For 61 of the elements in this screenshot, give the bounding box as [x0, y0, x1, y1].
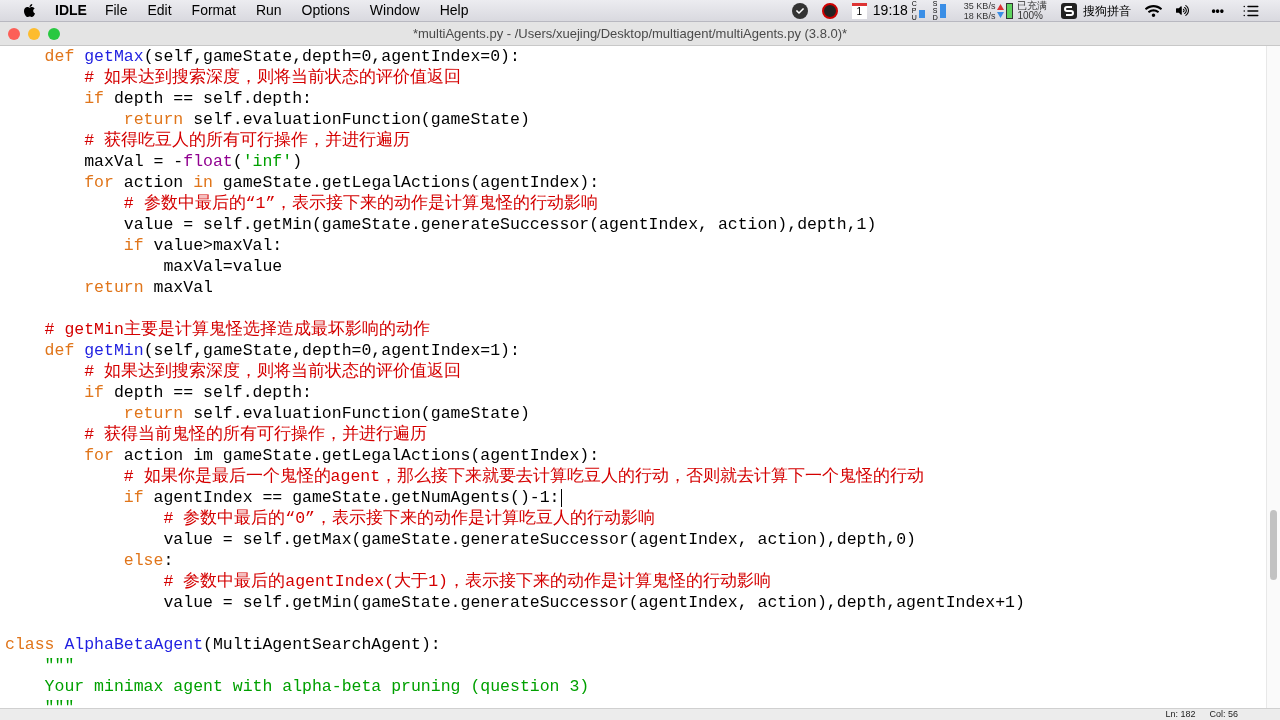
- menu-item[interactable]: Edit: [147, 0, 172, 21]
- code-line: # 获得当前鬼怪的所有可行操作，并进行遍历: [83, 424, 428, 445]
- upload-speed: 35 KB/s: [963, 0, 996, 11]
- apple-icon[interactable]: [22, 3, 37, 18]
- clock[interactable]: 19:18: [872, 0, 908, 21]
- download-speed: 18 KB/s: [963, 10, 996, 21]
- code-line: else:: [122, 550, 174, 571]
- up-down-arrows-icon: [997, 2, 1005, 19]
- cpu-meter-icon: [918, 9, 925, 18]
- code-line: if depth == self.depth:: [83, 382, 312, 403]
- more-menu[interactable]: •••: [1211, 1, 1224, 20]
- battery-state: 已充满: [1017, 0, 1048, 11]
- code-line: return self.evaluationFunction(gameState): [122, 403, 530, 424]
- code-line: if value>maxVal:: [122, 235, 283, 256]
- battery-percent: 100%: [1017, 10, 1043, 21]
- code-line: return maxVal: [83, 277, 213, 298]
- code-line: for action in gameState.getLegalActions(agentIndex):: [83, 172, 600, 193]
- app-menu[interactable]: IDLE: [55, 0, 87, 21]
- code-line: # 参数中最后的“1”，表示接下来的动作是计算鬼怪的行动影响: [122, 193, 599, 214]
- menu-item[interactable]: Window: [369, 0, 420, 21]
- window-title: *multiAgents.py - /Users/xuejing/Desktop/multiagent/multiAgents.py (3.8.0)*: [412, 24, 848, 43]
- code-line: # getMin主要是计算鬼怪选择造成最坏影响的动作: [43, 319, 430, 340]
- volume-icon[interactable]: [1176, 4, 1190, 17]
- menu-item[interactable]: Run: [255, 0, 282, 21]
- check-icon[interactable]: [791, 2, 808, 19]
- ssd-meter-icon: [939, 3, 946, 18]
- menu-item[interactable]: Help: [439, 0, 469, 21]
- input-method-name[interactable]: 搜狗拼音: [1083, 1, 1132, 20]
- code-line: if agentIndex == gameState.getNumAgents()-1:: [122, 487, 560, 508]
- scrollbar-thumb[interactable]: [1270, 510, 1277, 580]
- code-line: for action im gameState.getLegalActions(agentIndex):: [83, 445, 600, 466]
- code-line: def getMax(self,gameState,depth=0,agentIndex=0):: [43, 46, 520, 67]
- code-line: # 参数中最后的agentIndex(大于1)，表示接下来的动作是计算鬼怪的行动影响: [162, 571, 771, 592]
- menu-item[interactable]: File: [104, 0, 128, 21]
- code-line: # 如果达到搜索深度，则将当前状态的评价值返回: [83, 361, 462, 382]
- calendar-icon[interactable]: 1: [851, 2, 867, 19]
- code-line: """: [43, 697, 75, 708]
- code-line: maxVal = -float('inf'): [83, 151, 303, 172]
- scrollbar[interactable]: [1266, 46, 1280, 708]
- code-line: value = self.getMin(gameState.generateSuccessor(agentIndex, action),depth,agentIndex+1): [162, 592, 1025, 613]
- code-line: value = self.getMax(gameState.generateSuccessor(agentIndex, action),depth,0): [162, 529, 916, 550]
- code-line: # 如果你是最后一个鬼怪的agent，那么接下来就要去计算吃豆人的行动，否则就去计算下一个鬼怪的行动: [122, 466, 925, 487]
- menu-item[interactable]: Options: [301, 0, 350, 21]
- record-icon[interactable]: [821, 2, 838, 19]
- code-line: # 如果达到搜索深度，则将当前状态的评价值返回: [83, 67, 462, 88]
- column-number: Col: 56: [1209, 709, 1238, 719]
- code-line: maxVal=value: [162, 256, 283, 277]
- code-line: return self.evaluationFunction(gameState): [122, 109, 530, 130]
- code-line: class AlphaBetaAgent(MultiAgentSearchAgent):: [5, 634, 441, 655]
- code-line: """: [43, 655, 75, 676]
- battery-icon[interactable]: [1006, 2, 1014, 19]
- code-line: Your minimax agent with alpha-beta pruning (question 3): [43, 676, 590, 697]
- code-line: value = self.getMin(gameState.generateSuccessor(agentIndex, action),depth,1): [122, 214, 877, 235]
- code-line: def getMin(self,gameState,depth=0,agentIndex=1):: [43, 340, 520, 361]
- wifi-icon[interactable]: [1145, 3, 1163, 18]
- code-line: # 获得吃豆人的所有可行操作，并进行遍历: [83, 130, 411, 151]
- input-method-icon[interactable]: [1061, 2, 1078, 19]
- code-line: # 参数中最后的“0”，表示接下来的动作是计算吃豆人的行动影响: [162, 508, 655, 529]
- line-number: Ln: 182: [1165, 709, 1196, 719]
- code-line: if depth == self.depth:: [83, 88, 312, 109]
- menu-item[interactable]: Format: [191, 0, 236, 21]
